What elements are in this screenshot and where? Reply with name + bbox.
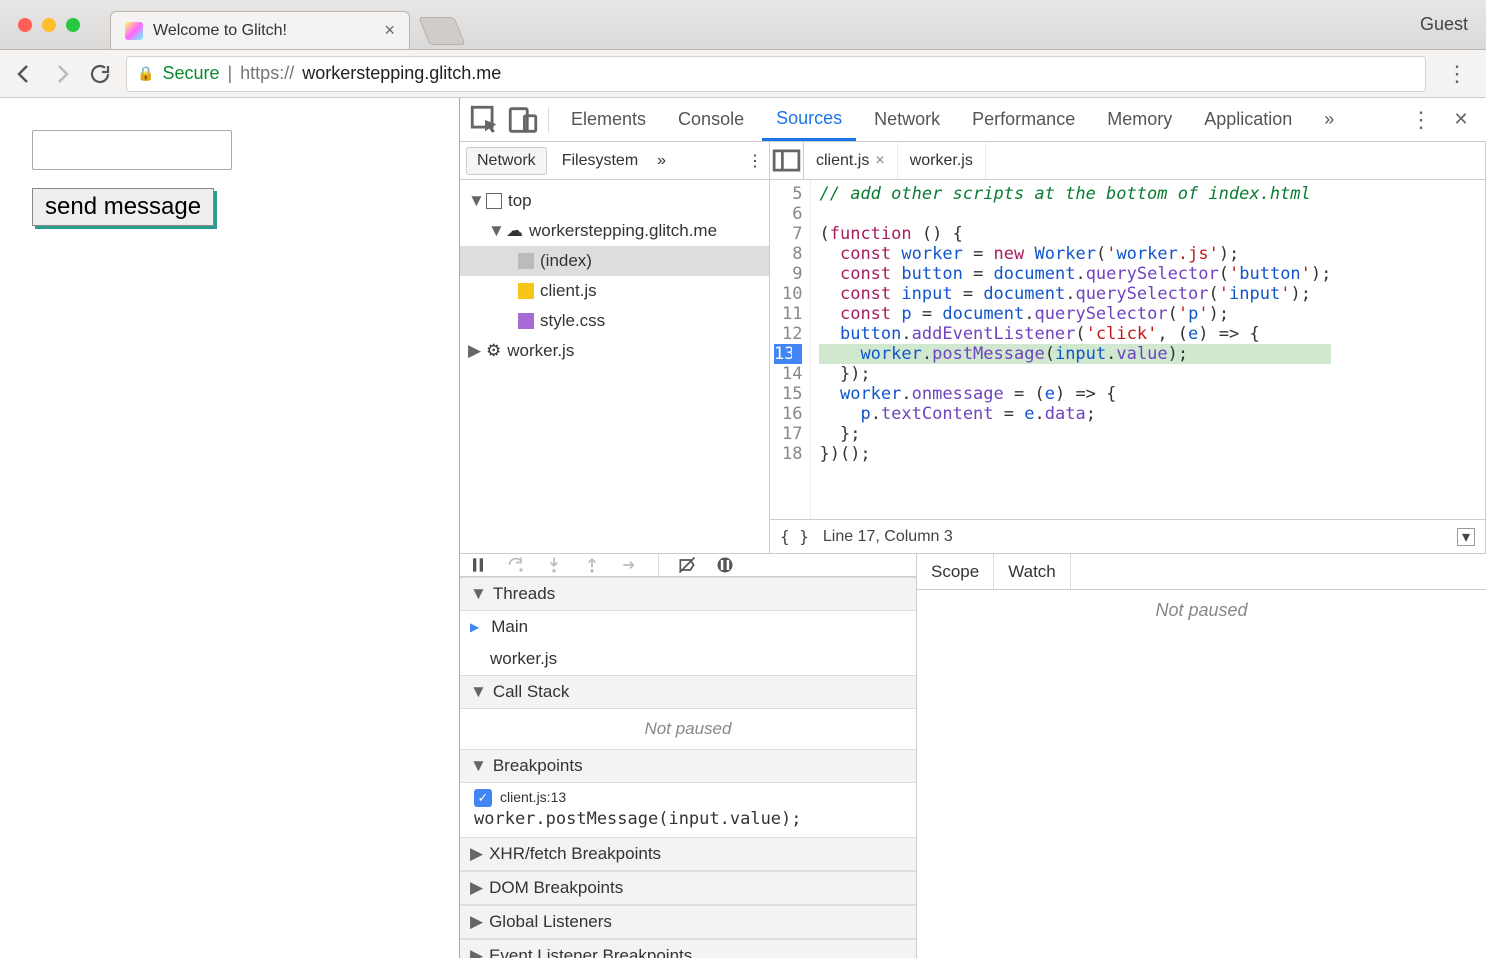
close-file-tab-button[interactable]: × — [875, 152, 884, 170]
close-devtools-button[interactable]: ✕ — [1444, 109, 1478, 130]
browser-menu-button[interactable]: ⋮ — [1440, 61, 1474, 87]
file-tab-workerjs[interactable]: worker.js — [898, 142, 986, 179]
cloud-icon: ☁ — [506, 221, 523, 241]
event-listener-breakpoints-header[interactable]: ▶Event Listener Breakpoints — [460, 939, 916, 958]
address-bar[interactable]: 🔒 Secure | https://workerstepping.glitch… — [126, 56, 1426, 92]
device-toolbar-icon[interactable] — [506, 103, 540, 137]
line-number-gutter[interactable]: 56789101112131415161718 — [770, 180, 811, 519]
navigator-tab-filesystem[interactable]: Filesystem — [551, 147, 649, 175]
editor-file-tabs: client.js× worker.js — [770, 142, 1485, 180]
traffic-lights — [18, 18, 80, 32]
frame-icon — [486, 193, 502, 209]
new-tab-button[interactable] — [418, 17, 465, 45]
breakpoint-checkbox[interactable]: ✓ — [474, 789, 492, 807]
debugger-right-pane: Scope Watch Not paused — [917, 554, 1486, 958]
xhr-breakpoints-header[interactable]: ▶XHR/fetch Breakpoints — [460, 837, 916, 871]
sources-navigator: Network Filesystem » ⋮ ▼top ▼☁workerstep… — [460, 142, 770, 553]
scope-empty-message: Not paused — [917, 590, 1486, 958]
pause-button[interactable] — [468, 555, 488, 575]
devtools-menu-button[interactable]: ⋮ — [1404, 107, 1438, 133]
tree-file-index[interactable]: (index) — [460, 246, 769, 276]
pause-on-exceptions-button[interactable] — [715, 555, 735, 575]
reload-button[interactable] — [88, 62, 112, 86]
secure-label: Secure — [162, 63, 219, 84]
tab-performance[interactable]: Performance — [958, 98, 1089, 141]
navigator-more-button[interactable]: » — [657, 152, 666, 170]
favicon-icon — [125, 22, 143, 40]
code-content[interactable]: // add other scripts at the bottom of in… — [811, 180, 1339, 519]
browser-toolbar: 🔒 Secure | https://workerstepping.glitch… — [0, 50, 1486, 98]
tab-application[interactable]: Application — [1190, 98, 1306, 141]
url-protocol: https:// — [240, 63, 294, 84]
debugger-pane: ▼Threads Main worker.js ▼Call Stack Not … — [460, 553, 1486, 958]
debugger-left-pane: ▼Threads Main worker.js ▼Call Stack Not … — [460, 554, 917, 958]
navigator-tab-network[interactable]: Network — [466, 147, 547, 175]
thread-worker[interactable]: worker.js — [460, 643, 916, 675]
breakpoint-code-preview: worker.postMessage(input.value); — [460, 809, 916, 837]
debugger-controls — [460, 554, 916, 577]
tree-file-stylecss[interactable]: style.css — [460, 306, 769, 336]
inspect-element-icon[interactable] — [468, 103, 502, 137]
devtools-tabbar: Elements Console Sources Network Perform… — [460, 98, 1486, 142]
window-titlebar: Welcome to Glitch! × Guest — [0, 0, 1486, 50]
scope-watch-tabs: Scope Watch — [917, 554, 1486, 590]
more-tabs-button[interactable]: » — [1310, 98, 1348, 141]
callstack-empty-message: Not paused — [460, 709, 916, 749]
message-input[interactable] — [32, 130, 232, 170]
code-editor[interactable]: 56789101112131415161718 // add other scr… — [770, 180, 1485, 519]
css-file-icon — [518, 313, 534, 329]
pretty-print-button[interactable]: { } — [780, 527, 809, 546]
maximize-window-button[interactable] — [66, 18, 80, 32]
navigator-subtabs: Network Filesystem » ⋮ — [460, 142, 769, 180]
tree-file-clientjs[interactable]: client.js — [460, 276, 769, 306]
dom-breakpoints-header[interactable]: ▶DOM Breakpoints — [460, 871, 916, 905]
url-host: workerstepping.glitch.me — [302, 63, 501, 84]
threads-section-header[interactable]: ▼Threads — [460, 577, 916, 611]
tree-frame-top[interactable]: ▼top — [460, 186, 769, 216]
tab-memory[interactable]: Memory — [1093, 98, 1186, 141]
profile-label[interactable]: Guest — [1420, 14, 1468, 35]
back-button[interactable] — [12, 62, 36, 86]
editor-status-bar: { } Line 17, Column 3 ▾ — [770, 519, 1485, 553]
file-tree: ▼top ▼☁workerstepping.glitch.me (index) … — [460, 180, 769, 553]
step-button[interactable] — [620, 555, 640, 575]
tab-network[interactable]: Network — [860, 98, 954, 141]
devtools-panel: Elements Console Sources Network Perform… — [460, 98, 1486, 958]
breakpoints-section-header[interactable]: ▼Breakpoints — [460, 749, 916, 783]
global-listeners-header[interactable]: ▶Global Listeners — [460, 905, 916, 939]
tab-sources[interactable]: Sources — [762, 98, 856, 141]
tree-worker[interactable]: ▶⚙worker.js — [460, 336, 769, 366]
tree-domain[interactable]: ▼☁workerstepping.glitch.me — [460, 216, 769, 246]
scope-tab[interactable]: Scope — [917, 554, 994, 589]
js-file-icon — [518, 283, 534, 299]
thread-main[interactable]: Main — [460, 611, 916, 643]
callstack-section-header[interactable]: ▼Call Stack — [460, 675, 916, 709]
breakpoint-item[interactable]: ✓client.js:13 — [460, 783, 916, 809]
deactivate-breakpoints-button[interactable] — [677, 555, 697, 575]
page-content: send message — [0, 98, 460, 958]
send-message-button[interactable]: send message — [32, 188, 214, 226]
watch-tab[interactable]: Watch — [994, 554, 1071, 589]
close-window-button[interactable] — [18, 18, 32, 32]
browser-tab[interactable]: Welcome to Glitch! × — [110, 11, 410, 49]
step-out-button[interactable] — [582, 555, 602, 575]
tab-console[interactable]: Console — [664, 98, 758, 141]
step-over-button[interactable] — [506, 555, 526, 575]
lock-icon: 🔒 — [137, 65, 154, 82]
step-into-button[interactable] — [544, 555, 564, 575]
gear-icon: ⚙ — [486, 341, 501, 361]
close-tab-button[interactable]: × — [384, 20, 395, 41]
tab-title: Welcome to Glitch! — [153, 22, 287, 40]
document-icon — [518, 253, 534, 269]
file-tab-clientjs[interactable]: client.js× — [804, 142, 898, 179]
navigator-menu-button[interactable]: ⋮ — [747, 151, 763, 171]
source-editor-pane: client.js× worker.js 5678910111213141516… — [770, 142, 1486, 553]
cursor-position: Line 17, Column 3 — [823, 528, 953, 546]
minimize-window-button[interactable] — [42, 18, 56, 32]
forward-button[interactable] — [50, 62, 74, 86]
tab-elements[interactable]: Elements — [557, 98, 660, 141]
editor-dropdown-button[interactable]: ▾ — [1457, 528, 1475, 546]
toggle-navigator-button[interactable] — [770, 142, 804, 179]
